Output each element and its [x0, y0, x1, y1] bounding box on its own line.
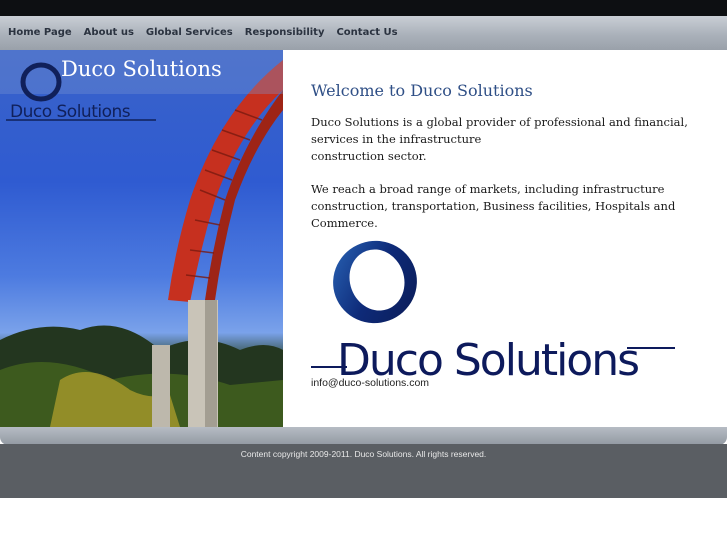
footer: Content copyright 2009-2011. Duco Soluti…: [0, 444, 727, 498]
main-content: Welcome to Duco Solutions Duco Solutions…: [283, 50, 727, 427]
footer-bar: [0, 427, 727, 445]
nav-items: Home Page About us Global Services Respo…: [2, 16, 404, 50]
company-logo-text: Duco Solutions: [337, 335, 638, 380]
intro-line-1: Duco Solutions is a global provider of p…: [311, 115, 688, 146]
company-logo: Duco Solutions: [311, 240, 675, 380]
markets-paragraph: We reach a broad range of markets, inclu…: [311, 181, 701, 232]
top-bar: [0, 0, 727, 16]
hero-image: Duco Solutions Duco Solutions: [0, 50, 283, 427]
intro-paragraph: Duco Solutions is a global provider of p…: [311, 114, 701, 165]
nav-responsibility[interactable]: Responsibility: [239, 27, 331, 40]
nav-global-services[interactable]: Global Services: [140, 27, 239, 40]
contact-email[interactable]: info@duco-solutions.com: [311, 377, 429, 389]
main-navigation: Home Page About us Global Services Respo…: [0, 16, 727, 50]
copyright-text: Content copyright 2009-2011. Duco Soluti…: [240, 449, 487, 459]
nav-home-page[interactable]: Home Page: [2, 27, 78, 40]
hero-logo-underline: [6, 119, 156, 121]
page-title: Welcome to Duco Solutions: [311, 81, 533, 100]
intro-line-2: construction sector.: [311, 149, 427, 163]
hero-title: Duco Solutions: [61, 57, 222, 81]
nav-contact-us[interactable]: Contact Us: [330, 27, 403, 40]
markets-line-1: We reach a broad range of markets, inclu…: [311, 182, 676, 213]
nav-about-us[interactable]: About us: [78, 27, 140, 40]
